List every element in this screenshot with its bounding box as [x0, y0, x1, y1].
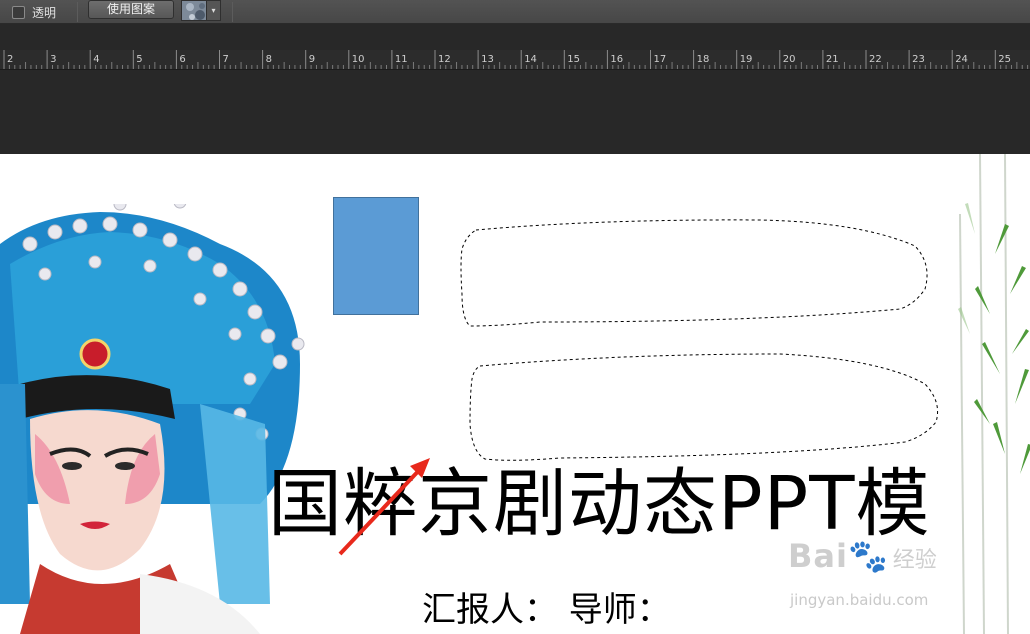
ruler-label: 13: [481, 54, 494, 65]
ruler-label: 18: [697, 54, 710, 65]
ruler-label: 6: [179, 54, 185, 65]
ruler-label: 9: [309, 54, 315, 65]
pattern-swatch[interactable]: [181, 0, 207, 21]
ruler-label: 25: [998, 54, 1011, 65]
transparent-label: 透明: [32, 5, 57, 20]
jingyan-text: 经验: [892, 548, 937, 573]
ruler-label: 5: [136, 54, 142, 65]
slide-subtitle[interactable]: 汇报人： 导师：: [422, 582, 671, 631]
ruler-label: 16: [610, 54, 623, 65]
red-arrow-icon: [338, 458, 430, 556]
ruler-label: 4: [93, 54, 99, 65]
paw-icon: 🐾: [847, 537, 889, 575]
ruler-label: 3: [50, 54, 56, 65]
ruler-label: 20: [783, 54, 796, 65]
lasso-selection-bottom[interactable]: [469, 353, 939, 461]
ruler-label: 12: [438, 54, 451, 65]
ruler-label: 22: [869, 54, 882, 65]
ruler-label: 11: [395, 54, 408, 65]
pattern-dropdown-caret-icon[interactable]: ▾: [207, 0, 221, 21]
toolbar-separator: [232, 2, 233, 22]
lasso-selection-top[interactable]: [460, 219, 928, 327]
baidu-jingyan-watermark: Bai🐾 经验: [788, 537, 937, 575]
pattern-thumbnail-icon: [182, 1, 206, 20]
ruler-label: 2: [7, 54, 13, 65]
ruler-label: 24: [955, 54, 968, 65]
options-bar: 透明 使用图案 ▾: [0, 0, 1030, 24]
baidu-logo-text: Bai: [788, 537, 848, 575]
ruler-label: 19: [740, 54, 753, 65]
watermark-url: jingyan.baidu.com: [790, 591, 929, 609]
transparent-checkbox[interactable]: [12, 5, 25, 19]
ruler-label: 10: [352, 54, 365, 65]
ruler-label: 8: [266, 54, 272, 65]
toolbar-separator: [77, 2, 78, 22]
ruler-label: 23: [912, 54, 925, 65]
ruler-label: 15: [567, 54, 580, 65]
horizontal-ruler[interactable]: 2 3 4 5 6 7 8 9 10 11 12 13 14 15 16 17 18 19 20 21 22 23 24 25: [0, 50, 1030, 70]
ruler-label: 7: [223, 54, 229, 65]
workspace-background: [0, 71, 1030, 154]
ruler-label: 21: [826, 54, 839, 65]
transparent-option[interactable]: 透明: [12, 3, 56, 21]
ruler-ticks: 2 3 4 5 6 7 8 9 10 11 12 13 14 15 16 17 18 19 20 21 22 23 24 25: [3, 50, 1029, 69]
use-pattern-button[interactable]: 使用图案: [88, 0, 174, 19]
ruler-label: 14: [524, 54, 537, 65]
ruler-label: 17: [654, 54, 667, 65]
document-canvas[interactable]: 国粹京剧动态PPT模 汇报人： 导师： Bai🐾 经验 jingyan.baidu…: [0, 154, 1030, 634]
